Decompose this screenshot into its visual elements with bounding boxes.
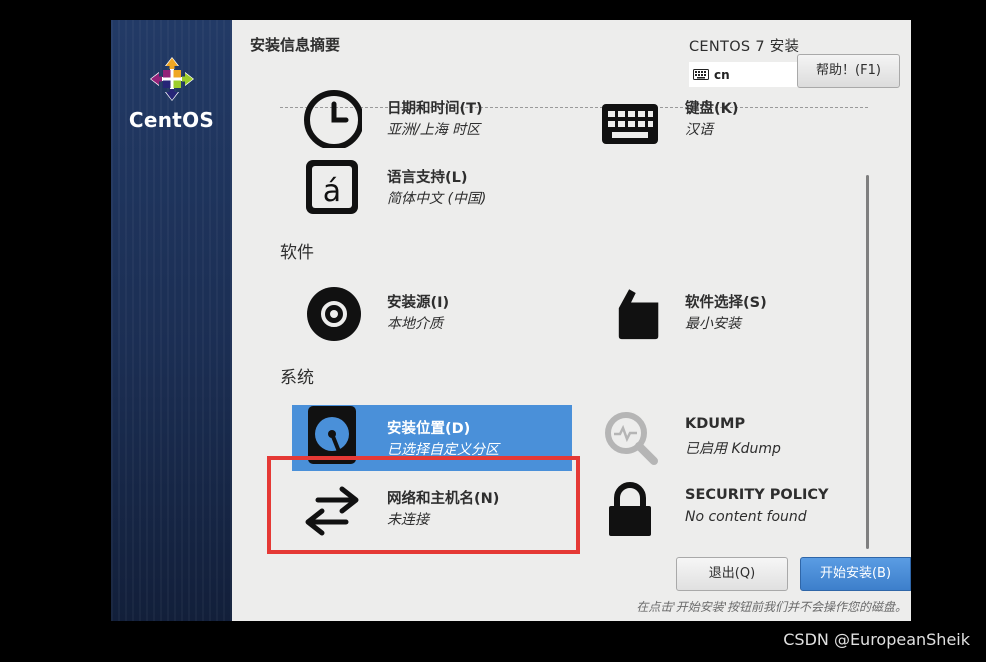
spoke-kdump-status: 已启用 Kdump xyxy=(685,441,781,457)
spoke-language[interactable]: á 语言支持(L) 简体中文 (中国) xyxy=(292,154,572,220)
sidebar: CentOS xyxy=(111,20,232,621)
spoke-datetime[interactable]: 日期和时间(T) 亚洲/上海 时区 xyxy=(292,85,572,151)
logo-wordmark: CentOS xyxy=(128,108,215,132)
lock-icon xyxy=(609,482,651,536)
page-title: 安装信息摘要 xyxy=(250,36,341,54)
harddisk-icon xyxy=(308,406,356,464)
spoke-install-destination-label: 安装位置(D) xyxy=(387,421,471,437)
spoke-software-selection-status: 最小安装 xyxy=(685,316,741,332)
spoke-keyboard-label: 键盘(K) xyxy=(685,101,739,117)
footer-note: 在点击'开始安装'按钮前我们并不会操作您的磁盘。 xyxy=(636,600,907,614)
spoke-software-selection[interactable]: 软件选择(S) 最小安装 xyxy=(590,279,870,345)
clock-icon xyxy=(304,90,362,148)
spoke-language-label: 语言支持(L) xyxy=(387,170,468,186)
highlight-annotation-box xyxy=(267,456,580,554)
spoke-keyboard[interactable]: 键盘(K) 汉语 xyxy=(590,85,870,151)
product-title: CENTOS 7 安装 xyxy=(689,39,800,55)
package-icon xyxy=(618,289,659,340)
section-title-system: 系统 xyxy=(280,368,314,388)
spoke-install-source-status: 本地介质 xyxy=(387,316,443,332)
keyboard-small-icon xyxy=(693,69,709,80)
spoke-kdump-label: KDUMP xyxy=(685,416,746,432)
keyboard-icon xyxy=(602,104,658,144)
quit-button[interactable]: 退出(Q) xyxy=(676,557,788,591)
spoke-kdump[interactable]: KDUMP 已启用 Kdump xyxy=(590,404,870,470)
help-button[interactable]: 帮助！(F1) xyxy=(797,54,900,88)
spoke-install-source-label: 安装源(I) xyxy=(387,295,450,311)
spoke-language-status: 简体中文 (中国) xyxy=(387,191,487,207)
begin-installation-button[interactable]: 开始安装(B) xyxy=(800,557,911,591)
watermark: CSDN @EuropeanSheik xyxy=(783,630,970,649)
spoke-keyboard-status: 汉语 xyxy=(685,122,713,138)
spoke-datetime-label: 日期和时间(T) xyxy=(387,101,483,117)
spoke-datetime-status: 亚洲/上海 时区 xyxy=(387,122,481,138)
section-title-software: 软件 xyxy=(280,243,314,263)
spoke-install-source[interactable]: 安装源(I) 本地介质 xyxy=(292,279,572,345)
language-icon: á xyxy=(306,160,358,214)
spoke-security-policy-status: No content found xyxy=(685,509,807,525)
svg-text:á: á xyxy=(323,174,341,209)
magnifier-icon xyxy=(605,412,658,465)
spoke-security-policy[interactable]: SECURITY POLICY No content found xyxy=(590,475,870,541)
centos-logo-icon xyxy=(150,57,194,101)
disc-icon xyxy=(307,287,361,341)
spoke-software-selection-label: 软件选择(S) xyxy=(685,295,767,311)
keyboard-layout-label: cn xyxy=(714,67,730,82)
spoke-security-policy-label: SECURITY POLICY xyxy=(685,487,829,503)
keyboard-layout-indicator[interactable]: cn xyxy=(689,62,799,87)
